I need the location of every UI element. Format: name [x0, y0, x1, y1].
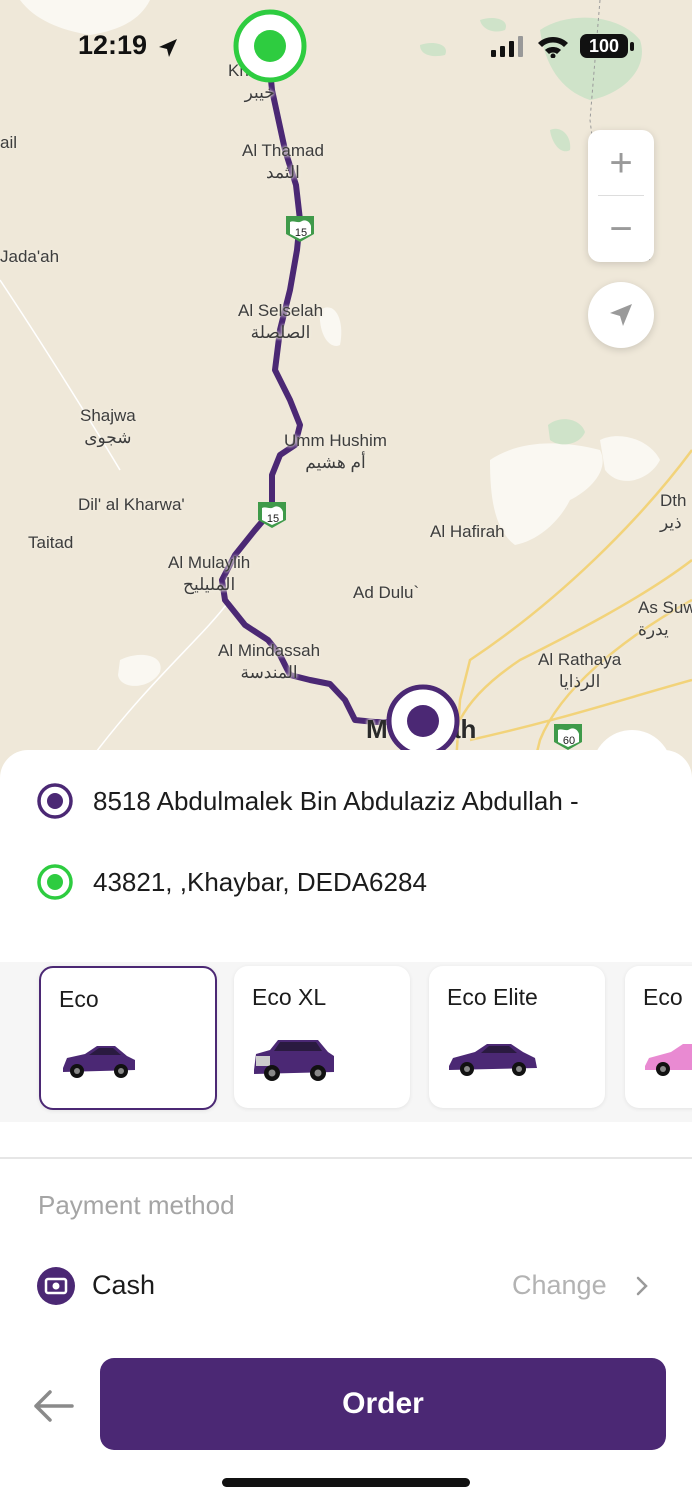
place-en: Dil' al Kharwa': [78, 495, 185, 514]
change-payment-link[interactable]: Change: [512, 1270, 607, 1301]
vehicle-name: Eco: [643, 984, 683, 1010]
road-shield-15-icon: 15: [286, 216, 314, 242]
svg-text:15: 15: [267, 513, 279, 525]
back-arrow-icon[interactable]: [30, 1386, 76, 1426]
vehicle-option-eco-elite[interactable]: Eco Elite: [429, 966, 605, 1108]
road-shield-60-icon: 60: [554, 724, 582, 750]
place-ar: شجوى: [84, 428, 132, 447]
battery-tip: [630, 42, 634, 51]
cash-icon: [37, 1267, 75, 1305]
place-ar: الرذايا: [558, 672, 601, 691]
place-en: Umm Hushim: [284, 431, 387, 450]
road-shield-15-icon: 15: [258, 502, 286, 528]
place-ar: الثمد: [266, 163, 300, 182]
place-ummhushim: Umm Hushim أم هشيم: [284, 430, 387, 474]
vehicle-name: Eco: [59, 986, 99, 1012]
home-indicator: [222, 1478, 470, 1487]
place-jadaah: Jada'ah: [0, 246, 59, 268]
place-en: Al Thamad: [242, 141, 324, 160]
place-en: Al Mulaylih: [168, 553, 251, 572]
zoom-in-button[interactable]: +: [588, 130, 654, 196]
vehicle-option-eco[interactable]: Eco: [39, 966, 217, 1110]
suv-icon: [254, 1040, 334, 1081]
vehicle-name: Eco Elite: [447, 984, 538, 1010]
place-ar: المندسة: [240, 663, 298, 682]
pickup-address: 43821, ,Khaybar, DEDA6284: [93, 866, 427, 897]
place-mulaylih: Al Mulaylih المليليح: [168, 552, 250, 596]
place-en: As Suw: [638, 598, 692, 617]
place-en: M: [366, 714, 388, 744]
place-dilkharwa: Dil' al Kharwa': [78, 494, 185, 516]
wifi-icon: [538, 37, 568, 58]
order-button[interactable]: Order: [100, 1358, 666, 1450]
status-bar: 12:19 100: [0, 0, 692, 90]
status-time: 12:19: [78, 30, 148, 60]
battery-level: 100: [588, 35, 620, 56]
battery-icon: 100: [580, 34, 628, 58]
place-en: Taitad: [28, 533, 74, 552]
destination-pin-icon[interactable]: [386, 684, 460, 758]
place-rathaya: Al Rathaya الرذايا: [538, 649, 621, 693]
section-divider: [0, 1157, 692, 1159]
pickup-row[interactable]: 43821, ,Khaybar, DEDA6284: [36, 863, 427, 901]
place-ar: المليليح: [182, 575, 236, 594]
svg-text:15: 15: [295, 227, 307, 239]
place-jail: ail: [0, 132, 17, 154]
car-pink-icon: [645, 1044, 692, 1076]
destination-address: 8518 Abdulmalek Bin Abdulaziz Abdullah -: [93, 785, 579, 816]
location-services-icon: [159, 39, 177, 57]
vehicle-carousel[interactable]: Eco Eco XL Eco Elite Eco: [0, 962, 692, 1122]
signal-icon: [491, 36, 523, 57]
car-icon: [63, 1046, 135, 1078]
chevron-right-icon[interactable]: [632, 1274, 652, 1298]
place-shajwa: Shajwa شجوى: [80, 405, 136, 449]
vehicle-option-eco-xl[interactable]: Eco XL: [234, 966, 410, 1108]
svg-text:60: 60: [563, 735, 575, 747]
place-en: Al Rathaya: [538, 650, 622, 669]
place-en: Al Mindassah: [218, 641, 321, 660]
zoom-out-button[interactable]: −: [588, 196, 654, 262]
place-en: ail: [0, 133, 18, 152]
place-addulu: Ad Dulu`: [353, 582, 419, 604]
place-en: Al Selselah: [238, 301, 324, 320]
my-location-button[interactable]: [588, 282, 654, 348]
place-ar: أم هشيم: [305, 453, 366, 472]
place-hafirah: Al Hafirah: [430, 521, 505, 543]
vehicle-option-eco-extra[interactable]: Eco: [625, 966, 692, 1108]
pickup-dot-icon: [37, 864, 73, 900]
destination-row[interactable]: 8518 Abdulmalek Bin Abdulaziz Abdullah -: [36, 782, 579, 820]
place-dth: Dth ذير: [660, 490, 686, 534]
place-ar: الصلصلة: [250, 323, 311, 342]
place-madinah-m: M: [366, 716, 388, 742]
location-arrow-icon: [610, 304, 632, 326]
place-en: Dth: [660, 491, 687, 510]
place-en: Jada'ah: [0, 247, 60, 266]
payment-method-label: Payment method: [38, 1190, 235, 1220]
destination-dot-icon: [37, 783, 73, 819]
place-mindassah: Al Mindassah المندسة: [218, 640, 320, 684]
sedan-icon: [449, 1044, 537, 1076]
place-taitad: Taitad: [28, 532, 73, 554]
place-ar: ذير: [660, 513, 682, 532]
place-en: Ad Dulu`: [353, 583, 420, 602]
place-assuw: As Suw يدرة: [638, 597, 692, 641]
place-en: Shajwa: [80, 406, 136, 425]
map-view[interactable]: Khaybarخيبر Al Thamadالثمد Jada'ah ail A…: [0, 0, 692, 780]
zoom-controls: + −: [588, 130, 654, 262]
payment-method-value: Cash: [92, 1270, 156, 1300]
vehicle-name: Eco XL: [252, 984, 327, 1010]
place-thamad: Al Thamad الثمد: [242, 140, 324, 184]
place-ar: يدرة: [638, 620, 669, 639]
place-en: Al Hafirah: [430, 522, 505, 541]
place-selselah: Al Selselah الصلصلة: [238, 300, 323, 344]
